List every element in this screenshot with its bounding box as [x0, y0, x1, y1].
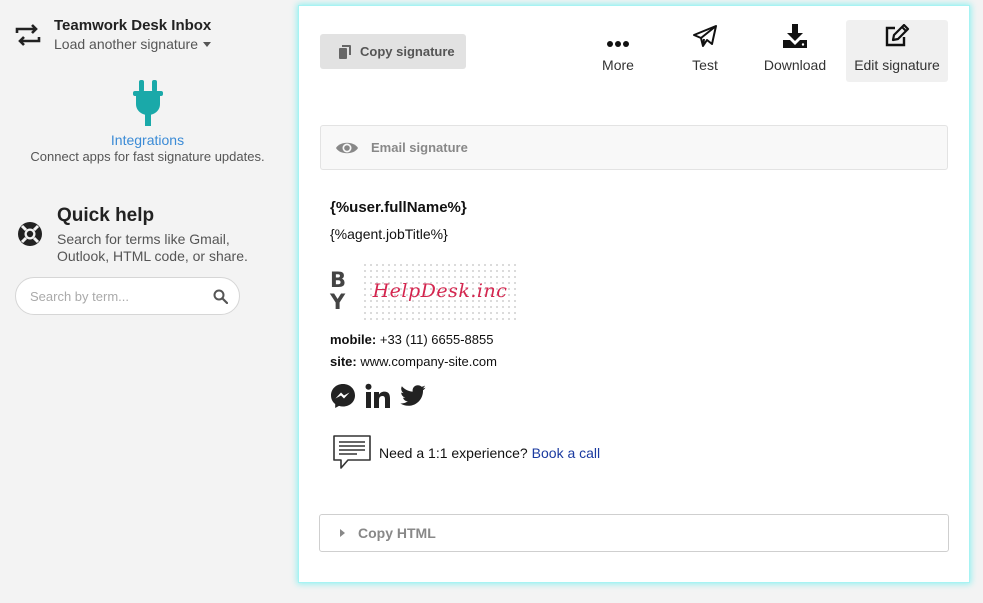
linkedin-icon[interactable] [365, 383, 391, 409]
expand-arrow-icon [340, 529, 345, 537]
site-value[interactable]: www.company-site.com [360, 354, 497, 369]
logo-brand-text: HelpDesk.inc [372, 280, 508, 302]
book-call-cta: Need a 1:1 experience? Book a call [333, 435, 600, 471]
quick-help-description: Search for terms like Gmail, Outlook, HT… [57, 231, 248, 264]
download-label: Download [763, 57, 827, 73]
caret-down-icon [203, 42, 211, 47]
mobile-row: mobile: +33 (11) 6655-8855 [330, 329, 497, 351]
integrations-description: Connect apps for fast signature updates. [30, 149, 265, 164]
signature-preview: {%user.fullName%} {%agent.jobTitle%} BY … [330, 198, 600, 469]
site-label: site: [330, 354, 357, 369]
signature-name: {%user.fullName%} [330, 199, 467, 216]
lifebuoy-icon [18, 222, 42, 246]
quick-help-title: Quick help [57, 205, 155, 226]
copy-html-toggle[interactable]: Copy HTML [319, 514, 949, 552]
site-row: site: www.company-site.com [330, 351, 497, 373]
email-signature-header: Email signature [320, 125, 948, 170]
download-icon [783, 24, 807, 48]
copy-signature-button[interactable]: Copy signature [320, 34, 466, 69]
download-button[interactable]: Download [760, 20, 830, 73]
copy-html-label: Copy HTML [358, 525, 436, 541]
swap-icon [15, 24, 41, 46]
twitter-icon[interactable] [400, 385, 426, 407]
quick-help-section: Quick help Search for terms like Gmail, … [16, 204, 257, 265]
search-box [15, 277, 240, 315]
edit-signature-button[interactable]: Edit signature [846, 20, 948, 82]
contact-info: mobile: +33 (11) 6655-8855 site: www.com… [330, 329, 497, 373]
test-label: Test [692, 57, 718, 73]
social-links [330, 383, 435, 409]
copy-icon [339, 44, 351, 59]
cta-text: Need a 1:1 experience? [379, 445, 528, 461]
signature-switcher[interactable]: Teamwork Desk Inbox Load another signatu… [14, 16, 211, 53]
integrations-section: Integrations Connect apps for fast signa… [0, 80, 295, 165]
load-signature-label: Load another signature [54, 36, 198, 52]
company-logo: BY HelpDesk.inc [330, 262, 518, 320]
signature-job-title: {%agent.jobTitle%} [330, 226, 448, 242]
edit-icon [885, 24, 910, 47]
search-icon[interactable] [213, 289, 228, 304]
paper-plane-icon [693, 25, 717, 47]
signature-panel: Copy signature More Test Download Edit s… [299, 6, 969, 582]
signature-title: Teamwork Desk Inbox [54, 17, 212, 34]
logo-banner: HelpDesk.inc [362, 262, 518, 320]
sidebar: Teamwork Desk Inbox Load another signatu… [0, 0, 295, 603]
copy-signature-label: Copy signature [360, 44, 455, 59]
logo-letters: BY [330, 268, 347, 314]
test-button[interactable]: Test [680, 20, 730, 73]
edit-signature-label: Edit signature [854, 57, 940, 73]
more-dots-icon [607, 41, 629, 47]
mobile-value: +33 (11) 6655-8855 [379, 332, 494, 347]
plug-icon [132, 80, 163, 126]
more-label: More [602, 57, 634, 73]
eye-icon [336, 142, 358, 153]
more-button[interactable]: More [593, 20, 643, 73]
mobile-label: mobile: [330, 332, 377, 347]
integrations-link[interactable]: Integrations [0, 132, 295, 148]
book-call-link[interactable]: Book a call [532, 445, 600, 461]
load-signature-dropdown[interactable]: Load another signature [54, 36, 211, 53]
search-input[interactable] [30, 288, 210, 304]
messenger-icon[interactable] [330, 383, 356, 409]
email-signature-label: Email signature [371, 140, 468, 155]
chat-bubble-icon [333, 435, 371, 469]
